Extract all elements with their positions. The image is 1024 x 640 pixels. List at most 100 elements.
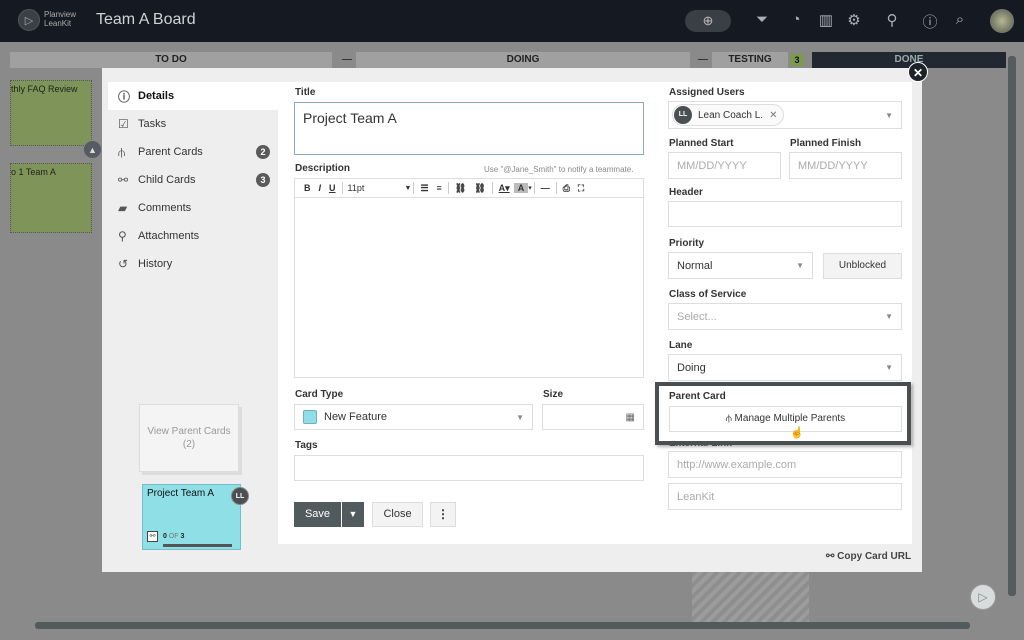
- assigned-users-label: Assigned Users: [669, 87, 745, 98]
- save-button[interactable]: Save: [294, 502, 341, 527]
- nav-history[interactable]: ↺ History: [108, 250, 278, 278]
- add-card-button[interactable]: ⊕: [685, 10, 731, 32]
- nav-details[interactable]: ⓘ Details: [108, 82, 278, 110]
- assigned-users-select[interactable]: LL Lean Coach L. ✕ ▼: [668, 101, 902, 129]
- hand-cursor-icon: ☝: [790, 427, 804, 439]
- lane-header-testing[interactable]: TESTING: [712, 52, 788, 68]
- lane-header-todo[interactable]: TO DO: [10, 52, 332, 68]
- save-options-dropdown[interactable]: ▼: [342, 502, 364, 527]
- assigned-user-chip: LL Lean Coach L. ✕: [672, 104, 785, 126]
- underline-button[interactable]: U: [325, 183, 340, 193]
- child-progress-bar: [163, 544, 232, 547]
- collapse-chevron-up-icon[interactable]: ▲: [83, 140, 102, 159]
- editor-toolbar: B I U 11pt ▼ ☰ ≡ ⛓ ⛓ A▾ A ▾ — ⎙ ⛶: [294, 178, 644, 198]
- nav-child-cards[interactable]: ⚯ Child Cards 3: [108, 166, 278, 194]
- bold-button[interactable]: B: [300, 183, 315, 193]
- link-icon[interactable]: ⛓: [451, 183, 470, 194]
- history-icon: ↺: [118, 257, 129, 271]
- more-vertical-icon: ⋮: [437, 507, 449, 521]
- lane-header-doing[interactable]: DOING: [356, 52, 690, 68]
- manage-multiple-parents-button[interactable]: ⫛ Manage Multiple Parents: [669, 406, 902, 432]
- header-label: Header: [669, 187, 703, 198]
- header-input[interactable]: [668, 201, 902, 227]
- size-label: Size: [543, 389, 564, 400]
- highlight-color-icon[interactable]: A: [513, 183, 529, 193]
- planned-start-input[interactable]: MM/DD/YYYY: [668, 152, 781, 179]
- title-input[interactable]: Project Team A: [294, 102, 644, 155]
- lane-collapse-doing[interactable]: —: [340, 54, 354, 66]
- lane-collapse-testing[interactable]: —: [696, 54, 710, 66]
- card-preview-avatar: LL: [231, 487, 249, 505]
- copy-card-url-link[interactable]: ⚯ Copy Card URL: [826, 551, 911, 562]
- planned-finish-input[interactable]: MM/DD/YYYY: [789, 152, 902, 179]
- board-card[interactable]: thly FAQ Review: [10, 80, 92, 146]
- italic-button[interactable]: I: [315, 183, 326, 193]
- text-color-icon[interactable]: A▾: [495, 183, 514, 194]
- size-icon: ▦: [625, 411, 635, 423]
- external-link-title-input[interactable]: LeanKit: [668, 483, 902, 510]
- checkbox-icon: ☑: [118, 117, 129, 131]
- unlink-icon[interactable]: ⛓: [470, 183, 489, 194]
- vertical-scrollbar[interactable]: [1008, 56, 1016, 596]
- chevron-down-icon: ▼: [516, 412, 524, 422]
- comments-icon: ▰: [118, 201, 128, 215]
- close-button[interactable]: Close: [372, 502, 423, 527]
- board-card[interactable]: o 1 Team A: [10, 163, 92, 233]
- info-icon: ⓘ: [118, 89, 131, 104]
- search-icon[interactable]: ⌕: [950, 11, 970, 28]
- add-user-icon[interactable]: ⚲: [882, 11, 902, 29]
- lane-select[interactable]: Doing ▼: [668, 354, 902, 381]
- logo-text: Planview LeanKit: [44, 10, 77, 28]
- leankit-logo-icon[interactable]: ▷: [18, 9, 40, 31]
- info-icon[interactable]: ⓘ: [920, 11, 940, 32]
- settings-icon[interactable]: ⚙: [844, 11, 864, 29]
- print-icon[interactable]: ⎙: [559, 183, 574, 194]
- external-link-url-input[interactable]: http://www.example.com: [668, 451, 902, 478]
- close-modal-icon[interactable]: ✕: [908, 62, 928, 82]
- more-options-button[interactable]: ⋮: [430, 502, 456, 527]
- user-avatar[interactable]: [990, 9, 1014, 33]
- nav-attachments[interactable]: ⚲ Attachments: [108, 222, 278, 250]
- horizontal-rule-icon[interactable]: —: [537, 183, 554, 193]
- board-title: Team A Board: [96, 11, 196, 28]
- analytics-icon[interactable]: ▥: [816, 11, 836, 29]
- description-hint: Use "@Jane_Smith" to notify a teammate.: [484, 165, 634, 174]
- size-input[interactable]: ▦: [542, 404, 644, 430]
- fullscreen-icon[interactable]: ⛶: [574, 183, 588, 194]
- class-of-service-label: Class of Service: [669, 289, 747, 300]
- nav-parent-cards[interactable]: ⫛ Parent Cards 2: [108, 138, 278, 166]
- horizontal-scrollbar[interactable]: [35, 622, 970, 629]
- card-type-select[interactable]: New Feature ▼: [294, 404, 533, 430]
- child-progress-text: 0 OF 3: [163, 533, 185, 540]
- filter-icon[interactable]: ⏷: [752, 11, 772, 28]
- card-nav: ⓘ Details ☑ Tasks ⫛ Parent Cards 2 ⚯ Child Ca…: [108, 82, 278, 278]
- font-size-select[interactable]: 11pt: [345, 183, 405, 193]
- priority-select[interactable]: Normal ▼: [668, 252, 813, 279]
- divider: [555, 182, 557, 194]
- help-play-icon[interactable]: ▷: [970, 584, 996, 610]
- chevron-down-icon: ▼: [796, 261, 804, 270]
- class-of-service-select[interactable]: Select... ▼: [668, 303, 902, 330]
- card-type-swatch: [303, 410, 317, 424]
- lane-label: Lane: [669, 340, 693, 351]
- divider: [491, 182, 493, 194]
- child-count-badge: 3: [256, 173, 270, 187]
- nav-comments[interactable]: ▰ Comments: [108, 194, 278, 222]
- divider: [341, 182, 343, 194]
- activity-icon[interactable]: ◔: [786, 11, 806, 28]
- child-cards-icon: ⚯: [147, 531, 158, 542]
- numbered-list-icon[interactable]: ≡: [433, 183, 446, 193]
- card-type-label: Card Type: [295, 389, 344, 400]
- tags-input[interactable]: [294, 455, 644, 481]
- divider: [533, 182, 535, 194]
- remove-user-icon[interactable]: ✕: [769, 110, 777, 121]
- description-editor[interactable]: [294, 197, 644, 378]
- user-avatar: LL: [674, 106, 692, 124]
- add-card-icon: ⊕: [702, 13, 714, 28]
- blocked-toggle-button[interactable]: Unblocked: [823, 253, 902, 279]
- view-parent-cards-button[interactable]: View Parent Cards (2): [139, 404, 239, 472]
- link-icon: ⚯: [826, 551, 838, 562]
- chevron-down-icon: ▼: [348, 509, 358, 519]
- bullet-list-icon[interactable]: ☰: [416, 183, 432, 194]
- nav-tasks[interactable]: ☑ Tasks: [108, 110, 278, 138]
